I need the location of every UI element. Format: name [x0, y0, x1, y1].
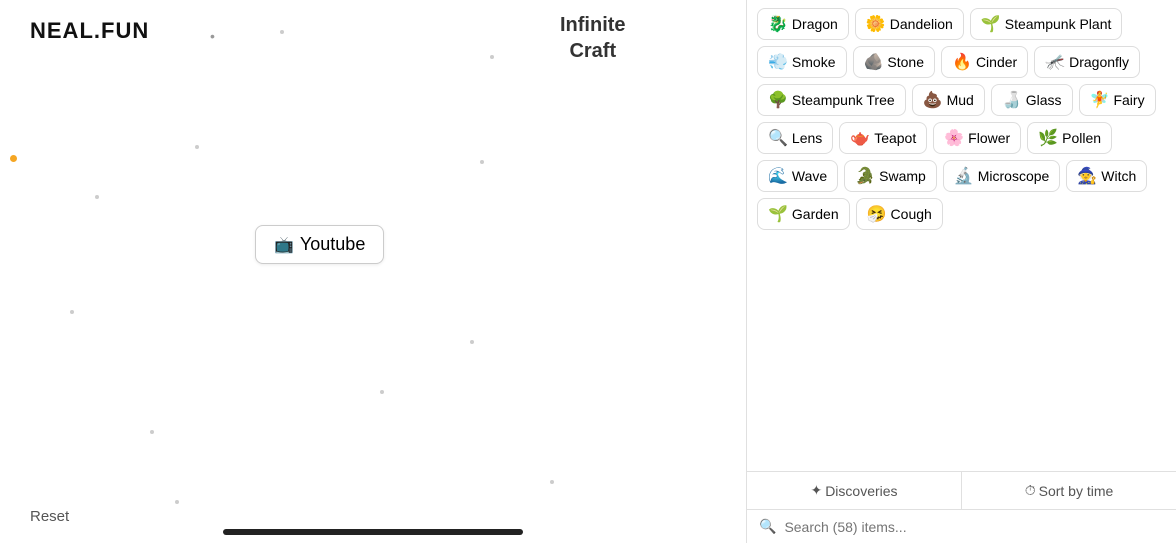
item-chip[interactable]: 🌱Steampunk Plant [970, 8, 1123, 40]
item-label: Wave [792, 168, 827, 184]
decorative-dot-orange [10, 155, 17, 162]
item-emoji: 🌳 [768, 90, 788, 110]
item-emoji: 🧚 [1090, 90, 1110, 110]
discoveries-icon: ✦ [810, 482, 822, 499]
item-chip[interactable]: 💩Mud [912, 84, 985, 116]
canvas-dot [150, 430, 154, 434]
item-chip[interactable]: 🌱Garden [757, 198, 850, 230]
item-emoji: 🌱 [981, 14, 1001, 34]
canvas-dot [480, 160, 484, 164]
item-chip[interactable]: 🌳Steampunk Tree [757, 84, 906, 116]
item-chip[interactable]: 🐊Swamp [844, 160, 937, 192]
item-label: Steampunk Plant [1005, 16, 1112, 32]
item-chip[interactable]: 🦟Dragonfly [1034, 46, 1140, 78]
search-icon: 🔍 [759, 518, 776, 535]
item-chip[interactable]: 💨Smoke [757, 46, 847, 78]
discoveries-label: Discoveries [825, 483, 897, 499]
item-emoji: 🌼 [866, 14, 886, 34]
item-label: Dragon [792, 16, 838, 32]
item-label: Cinder [976, 54, 1017, 70]
canvas-dot [550, 480, 554, 484]
youtube-card[interactable]: 📺 Youtube [255, 225, 384, 264]
item-label: Pollen [1062, 130, 1101, 146]
item-chip[interactable]: 🍶Glass [991, 84, 1073, 116]
item-label: Mud [947, 92, 974, 108]
canvas-dot [175, 500, 179, 504]
item-chip[interactable]: 🔍Lens [757, 122, 833, 154]
item-chip[interactable]: 🪨Stone [853, 46, 936, 78]
canvas-dot [490, 55, 494, 59]
item-emoji: 🌿 [1038, 128, 1058, 148]
item-label: Lens [792, 130, 822, 146]
item-emoji: 💩 [923, 90, 943, 110]
item-label: Microscope [978, 168, 1050, 184]
item-label: Swamp [879, 168, 926, 184]
item-label: Teapot [874, 130, 916, 146]
item-label: Steampunk Tree [792, 92, 895, 108]
reset-button[interactable]: Reset [30, 508, 69, 525]
item-label: Stone [887, 54, 924, 70]
item-label: Glass [1026, 92, 1062, 108]
item-emoji: 🍶 [1002, 90, 1022, 110]
sort-label: Sort by time [1039, 483, 1114, 499]
youtube-emoji: 📺 [274, 235, 294, 255]
clock-icon: ⏱ [1025, 482, 1036, 499]
canvas-dot [70, 310, 74, 314]
logo-dot: • [210, 28, 215, 44]
item-emoji: 🔬 [954, 166, 974, 186]
canvas-dot [195, 145, 199, 149]
app-title: Infinite Craft [560, 12, 626, 64]
canvas-dot [95, 195, 99, 199]
item-emoji: 🤧 [867, 204, 887, 224]
item-chip[interactable]: 🫖Teapot [839, 122, 927, 154]
sort-by-time-tab[interactable]: ⏱ Sort by time [962, 472, 1176, 509]
item-label: Garden [792, 206, 839, 222]
item-emoji: 🐊 [855, 166, 875, 186]
canvas-dot [380, 390, 384, 394]
item-emoji: 🐉 [768, 14, 788, 34]
canvas-dot [280, 30, 284, 34]
item-emoji: 🌱 [768, 204, 788, 224]
item-emoji: 🪨 [864, 52, 884, 72]
item-chip[interactable]: 🌊Wave [757, 160, 838, 192]
search-bar: 🔍 [747, 510, 1176, 543]
item-label: Flower [968, 130, 1010, 146]
search-input[interactable] [784, 519, 1164, 535]
sidebar-footer: ✦ Discoveries ⏱ Sort by time 🔍 [747, 471, 1176, 543]
item-emoji: 💨 [768, 52, 788, 72]
item-emoji: 🧙 [1077, 166, 1097, 186]
item-chip[interactable]: 🔬Microscope [943, 160, 1061, 192]
item-label: Dragonfly [1069, 54, 1129, 70]
items-grid: 🐉Dragon🌼Dandelion🌱Steampunk Plant💨Smoke🪨… [747, 0, 1176, 471]
item-chip[interactable]: 🧚Fairy [1079, 84, 1156, 116]
item-chip[interactable]: 🤧Cough [856, 198, 943, 230]
item-chip[interactable]: 🧙Witch [1066, 160, 1147, 192]
item-label: Smoke [792, 54, 836, 70]
bottom-bar [223, 529, 523, 535]
item-label: Cough [891, 206, 932, 222]
craft-canvas: NEAL.FUN • Infinite Craft 📺 Youtube Rese… [0, 0, 746, 543]
item-chip[interactable]: 🔥Cinder [941, 46, 1028, 78]
logo: NEAL.FUN [30, 18, 149, 44]
canvas-dot [470, 340, 474, 344]
discoveries-tab[interactable]: ✦ Discoveries [747, 472, 962, 509]
item-chip[interactable]: 🐉Dragon [757, 8, 849, 40]
item-emoji: 🌊 [768, 166, 788, 186]
item-chip[interactable]: 🌸Flower [933, 122, 1021, 154]
item-emoji: 🔍 [768, 128, 788, 148]
item-emoji: 🦟 [1045, 52, 1065, 72]
youtube-label: Youtube [300, 234, 365, 255]
item-emoji: 🫖 [850, 128, 870, 148]
item-label: Fairy [1113, 92, 1144, 108]
item-label: Witch [1101, 168, 1136, 184]
sidebar: 🐉Dragon🌼Dandelion🌱Steampunk Plant💨Smoke🪨… [746, 0, 1176, 543]
item-chip[interactable]: 🌼Dandelion [855, 8, 964, 40]
item-emoji: 🔥 [952, 52, 972, 72]
item-chip[interactable]: 🌿Pollen [1027, 122, 1112, 154]
item-emoji: 🌸 [944, 128, 964, 148]
footer-tabs: ✦ Discoveries ⏱ Sort by time [747, 472, 1176, 510]
item-label: Dandelion [890, 16, 953, 32]
